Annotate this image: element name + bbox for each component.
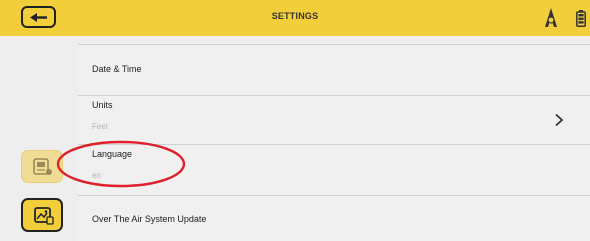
page-title: SETTINGS	[271, 11, 319, 21]
setting-row-units[interactable]: Units Feet	[78, 96, 590, 144]
system-update-button[interactable]	[21, 198, 63, 232]
ota-update-label: Over The Air System Update	[92, 214, 207, 224]
units-value: Feet	[92, 122, 109, 131]
date-time-label: Date & Time	[92, 64, 142, 74]
hiker-logo-icon	[545, 8, 557, 27]
battery-icon	[576, 10, 586, 27]
system-update-icon	[34, 207, 54, 225]
header-bar: SETTINGS	[0, 0, 590, 36]
setting-row-date-time[interactable]: Date & Time	[78, 45, 590, 95]
units-label: Units	[92, 100, 113, 110]
setting-row-ota-update[interactable]: Over The Air System Update	[78, 196, 590, 241]
annotation-ellipse	[56, 140, 186, 188]
device-settings-icon	[33, 158, 52, 175]
chevron-right-icon[interactable]	[554, 113, 564, 127]
